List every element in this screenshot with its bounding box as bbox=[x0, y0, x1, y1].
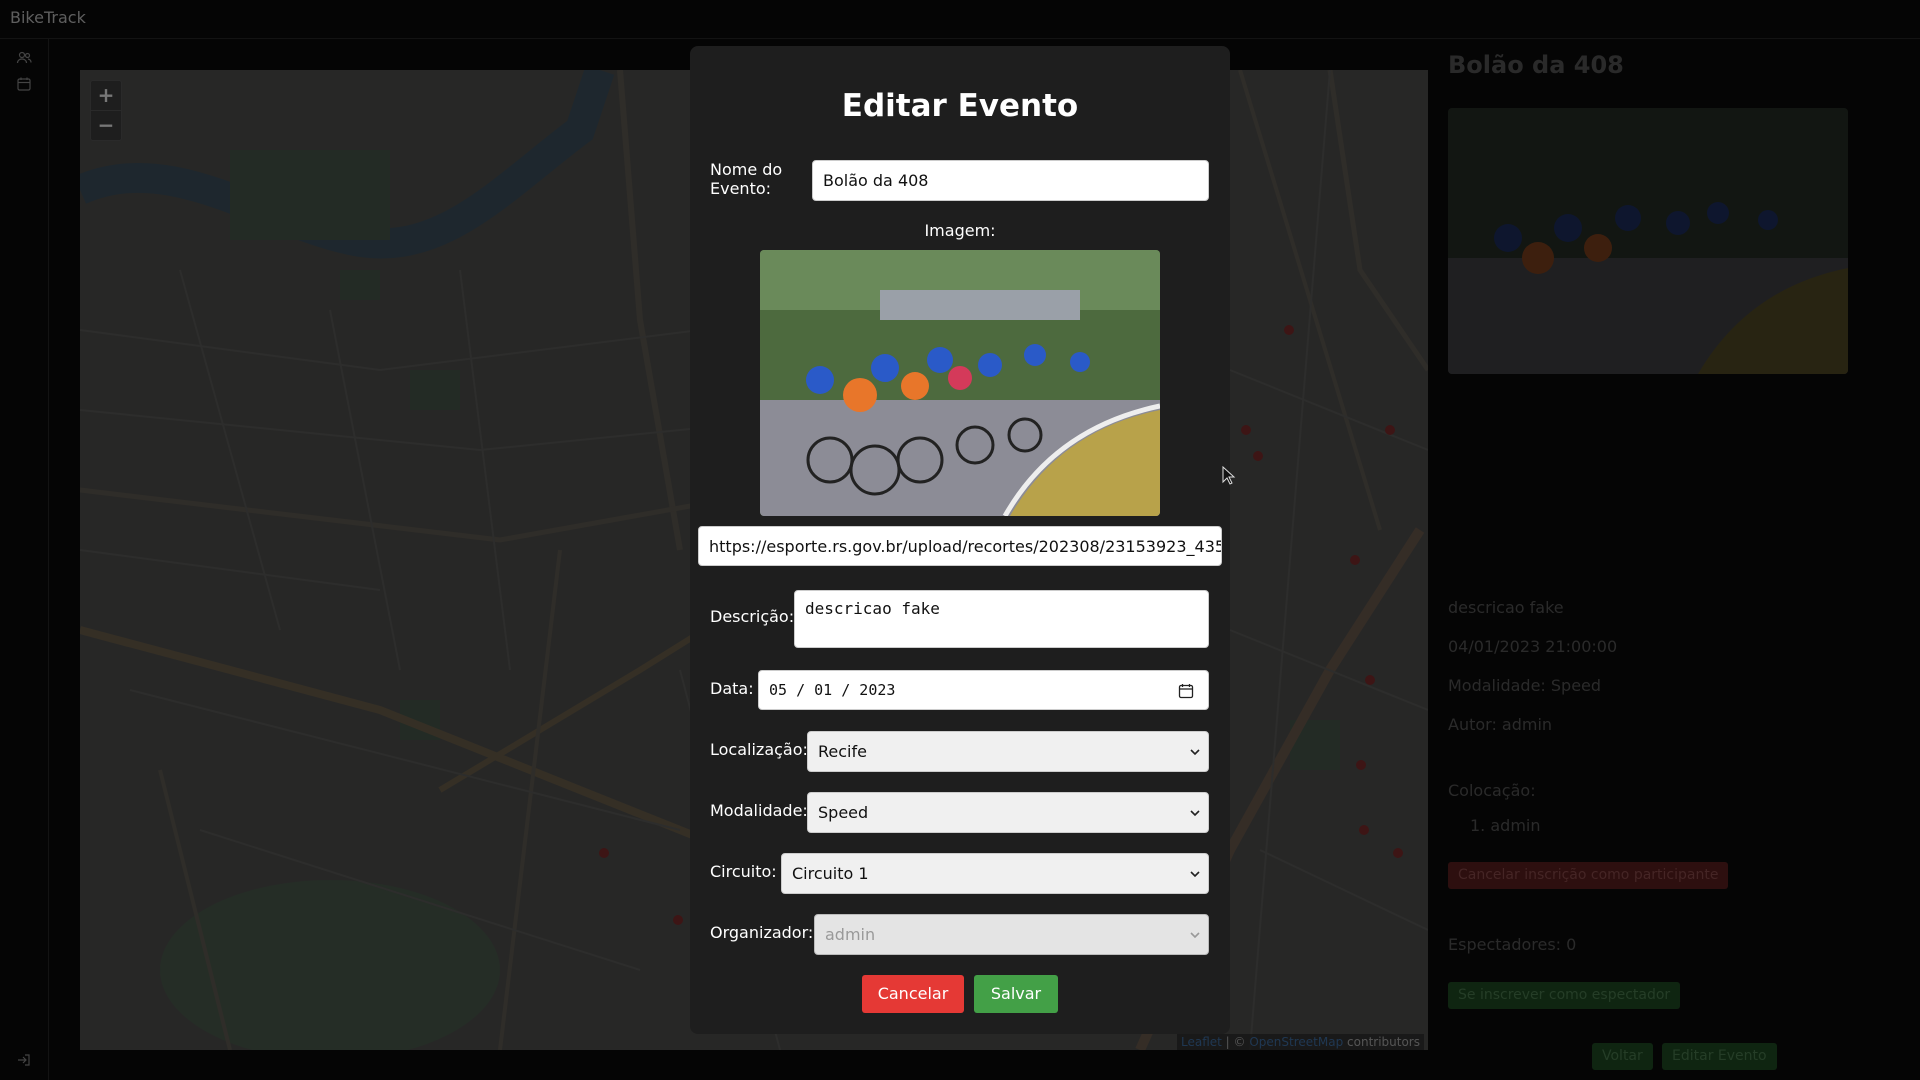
circuit-value: Circuito 1 bbox=[792, 864, 869, 883]
image-url-value: https://esporte.rs.gov.br/upload/recorte… bbox=[709, 536, 1222, 556]
date-value: 05 / 01 / 2023 bbox=[769, 681, 896, 699]
date-label: Data: bbox=[710, 679, 754, 698]
circuit-label: Circuito: bbox=[710, 862, 777, 881]
description-label: Descrição: bbox=[710, 607, 795, 626]
event-name-value: Bolão da 408 bbox=[823, 171, 929, 190]
chevron-down-icon bbox=[1190, 809, 1200, 816]
description-textarea[interactable]: descricao fake bbox=[794, 590, 1209, 648]
event-name-input[interactable]: Bolão da 408 bbox=[812, 160, 1209, 201]
image-label: Imagem: bbox=[924, 221, 996, 240]
image-url-input[interactable]: https://esporte.rs.gov.br/upload/recorte… bbox=[698, 526, 1222, 566]
mouse-cursor-icon bbox=[1222, 466, 1236, 485]
image-preview bbox=[760, 250, 1160, 516]
chevron-down-icon bbox=[1190, 748, 1200, 755]
location-label: Localização: bbox=[710, 740, 808, 759]
calendar-picker-icon[interactable] bbox=[1178, 683, 1194, 699]
location-select[interactable]: Recife bbox=[807, 731, 1209, 772]
circuit-select[interactable]: Circuito 1 bbox=[781, 853, 1209, 894]
save-button[interactable]: Salvar bbox=[974, 975, 1058, 1013]
modal-title: Editar Evento bbox=[841, 88, 1079, 124]
organizer-select: admin bbox=[814, 914, 1209, 955]
edit-event-modal: Editar Evento Nome do Evento: Bolão da 4… bbox=[690, 46, 1230, 1034]
modality-value: Speed bbox=[818, 803, 869, 822]
organizer-value: admin bbox=[825, 925, 876, 944]
modality-label: Modalidade: bbox=[710, 801, 808, 820]
description-value: descricao fake bbox=[805, 599, 940, 618]
date-input[interactable]: 05 / 01 / 2023 bbox=[758, 670, 1209, 710]
name-label: Nome do Evento: bbox=[710, 160, 783, 198]
location-value: Recife bbox=[818, 742, 867, 761]
modality-select[interactable]: Speed bbox=[807, 792, 1209, 833]
cancel-button[interactable]: Cancelar bbox=[862, 975, 964, 1013]
chevron-down-icon bbox=[1190, 870, 1200, 877]
chevron-down-icon bbox=[1190, 931, 1200, 938]
organizer-label: Organizador: bbox=[710, 923, 814, 942]
